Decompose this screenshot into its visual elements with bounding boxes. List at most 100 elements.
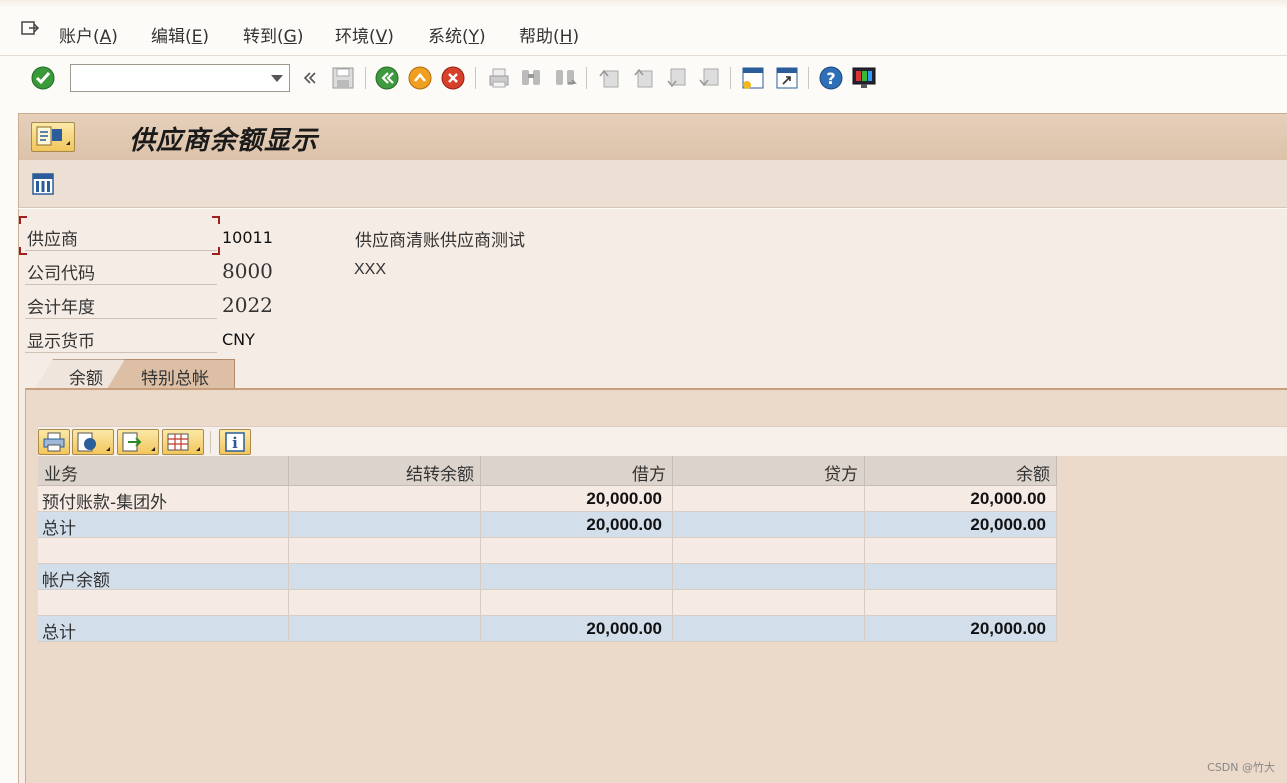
table-cell[interactable] (673, 512, 865, 538)
table-cell[interactable] (673, 538, 865, 564)
column-header-carryforward[interactable]: 结转余额 (289, 456, 481, 486)
table-cell[interactable]: 预付账款-集团外 (38, 486, 289, 512)
table-cell[interactable] (289, 590, 481, 616)
alv-layout-button[interactable] (162, 429, 204, 455)
table-cell[interactable]: 20,000.00 (481, 616, 673, 642)
command-input[interactable] (71, 65, 261, 91)
help-icon[interactable]: ? (818, 65, 844, 91)
create-session-icon[interactable] (740, 65, 766, 91)
enter-icon[interactable] (30, 65, 56, 91)
alv-print-button[interactable] (38, 429, 70, 455)
menu-item-system[interactable]: 系统(Y) (428, 22, 486, 47)
column-header-debit[interactable]: 借方 (481, 456, 673, 486)
menu-item-account[interactable]: 账户(A) (59, 22, 118, 47)
first-page-icon[interactable] (596, 65, 622, 91)
display-currency-label: 显示货币 (25, 323, 217, 353)
info-icon: i (225, 432, 245, 452)
table-cell[interactable] (289, 564, 481, 590)
column-layout-button[interactable] (31, 172, 55, 196)
menu-item-label: 转到( (243, 27, 284, 47)
table-cell[interactable]: 20,000.00 (481, 486, 673, 512)
table-cell[interactable] (481, 590, 673, 616)
menu-item-label-end: ) (202, 27, 210, 47)
menu-accelerator: G (283, 27, 297, 47)
table-cell[interactable]: 总计 (38, 616, 289, 642)
menu-expand-icon[interactable] (20, 20, 40, 38)
print-icon[interactable] (486, 65, 512, 91)
tab-label: 余额 (69, 369, 103, 389)
command-field[interactable] (70, 64, 290, 92)
menu-item-label-end: ) (479, 27, 486, 47)
table-cell[interactable]: 20,000.00 (481, 512, 673, 538)
table-cell[interactable] (673, 616, 865, 642)
table-cell[interactable]: 帐户余额 (38, 564, 289, 590)
table-cell[interactable] (673, 486, 865, 512)
menu-item-help[interactable]: 帮助(H) (519, 22, 579, 47)
menu-accelerator: H (559, 27, 573, 47)
svg-text:i: i (232, 434, 238, 452)
chevron-down-icon[interactable] (271, 75, 283, 82)
find-icon[interactable] (518, 65, 544, 91)
customize-layout-icon[interactable] (851, 65, 877, 91)
export-icon (122, 432, 155, 452)
tab-label: 特别总帐 (141, 369, 209, 389)
menu-item-label: 帮助( (519, 27, 560, 47)
alv-view-button[interactable] (72, 429, 114, 455)
menu-item-environment[interactable]: 环境(V) (335, 22, 394, 47)
column-header-transaction[interactable]: 业务 (38, 456, 289, 486)
last-page-icon[interactable] (696, 65, 722, 91)
toolbar-separator (730, 67, 731, 89)
menu-bar: 账户(A) 编辑(E) 转到(G) 环境(V) 系统(Y) 帮助(H) (0, 0, 1287, 56)
table-cell[interactable] (865, 564, 1057, 590)
shortcut-icon[interactable] (774, 65, 800, 91)
table-cell[interactable]: 20,000.00 (865, 512, 1057, 538)
menu-accelerator: V (375, 27, 388, 47)
title-bar: 供应商余额显示 (18, 113, 1287, 160)
column-header-credit[interactable]: 贷方 (673, 456, 865, 486)
column-header-balance[interactable]: 余额 (865, 456, 1057, 486)
exit-icon[interactable] (407, 65, 433, 91)
alv-info-button[interactable]: i (219, 429, 251, 455)
menu-item-label-end: ) (387, 27, 394, 47)
menu-accelerator: Y (468, 27, 480, 47)
vendor-description: 供应商清账供应商测试 (355, 231, 525, 251)
menu-item-edit[interactable]: 编辑(E) (151, 22, 209, 47)
table-cell[interactable] (289, 512, 481, 538)
table-cell[interactable] (289, 486, 481, 512)
vendor-value: 10011 (222, 228, 273, 247)
tab-panel: i 业务 结转余额 借方 贷方 余额 预付账款-集团外 20,000.00 20… (25, 388, 1287, 783)
table-cell[interactable] (289, 538, 481, 564)
svg-text:?: ? (826, 69, 835, 88)
table-cell[interactable] (865, 538, 1057, 564)
menu-item-label-end: ) (111, 27, 118, 47)
back-icon[interactable] (374, 65, 400, 91)
fiscal-year-label: 会计年度 (25, 289, 217, 319)
find-next-icon[interactable] (552, 65, 578, 91)
table-cell[interactable]: 总计 (38, 512, 289, 538)
save-icon[interactable] (330, 65, 356, 91)
table-cell[interactable] (38, 590, 289, 616)
back-double-arrow-icon[interactable] (297, 65, 323, 91)
table-cell[interactable] (481, 538, 673, 564)
application-toolbar (18, 160, 1287, 208)
menu-item-goto[interactable]: 转到(G) (243, 22, 303, 47)
sap-window: 账户(A) 编辑(E) 转到(G) 环境(V) 系统(Y) 帮助(H) ? 供应… (0, 0, 1287, 783)
company-code-value: 8000 (222, 259, 273, 283)
vendor-label: 供应商 (25, 221, 217, 251)
table-cell[interactable] (673, 564, 865, 590)
menu-item-label-end: ) (296, 27, 304, 47)
cancel-icon[interactable] (440, 65, 466, 91)
table-cell[interactable]: 20,000.00 (865, 486, 1057, 512)
table-cell[interactable] (673, 590, 865, 616)
table-cell[interactable]: 20,000.00 (865, 616, 1057, 642)
table-cell[interactable] (289, 616, 481, 642)
table-cell[interactable] (38, 538, 289, 564)
next-page-icon[interactable] (663, 65, 689, 91)
alv-export-button[interactable] (117, 429, 159, 455)
table-cell[interactable] (481, 564, 673, 590)
table-cell[interactable] (865, 590, 1057, 616)
previous-page-icon[interactable] (630, 65, 656, 91)
menu-button[interactable] (31, 122, 75, 152)
tab-special-gl[interactable]: 特别总帐 (107, 359, 235, 389)
toolbar-separator (808, 67, 809, 89)
